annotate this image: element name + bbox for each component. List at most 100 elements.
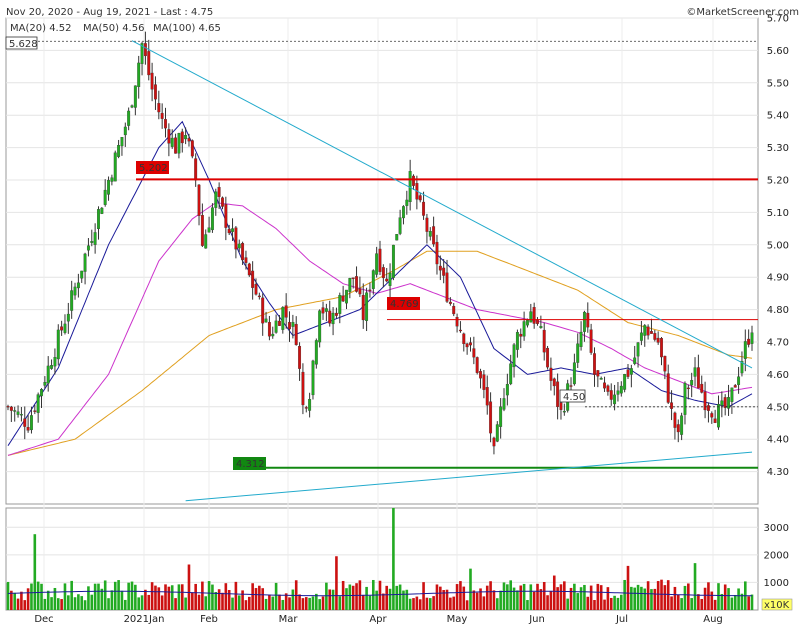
candle-body xyxy=(385,278,389,282)
volume-bar xyxy=(130,581,134,610)
volume-bar xyxy=(281,599,285,610)
candle-body xyxy=(26,426,30,431)
candle-body xyxy=(368,289,372,292)
candle-body xyxy=(495,424,499,442)
volume-bar xyxy=(191,592,194,610)
volume-bar xyxy=(385,585,389,610)
candle-body xyxy=(696,367,700,389)
candle-body xyxy=(251,270,255,288)
volume-bar xyxy=(30,583,33,610)
candle-body xyxy=(616,390,620,395)
volume-bar xyxy=(90,594,94,610)
candle-body xyxy=(489,401,493,434)
candle-body xyxy=(589,329,593,353)
volume-bar xyxy=(308,597,311,610)
candle-body xyxy=(676,424,680,433)
candle-body xyxy=(458,329,462,332)
candle-body xyxy=(348,278,352,292)
volume-bar xyxy=(177,584,181,610)
volume-bar xyxy=(328,589,332,610)
volume-bar xyxy=(224,583,228,610)
candle-body xyxy=(462,333,466,345)
volume-tick-label: 1000 xyxy=(764,578,789,589)
volume-bar xyxy=(549,590,553,610)
volume-bar xyxy=(345,588,348,610)
volume-bar xyxy=(428,598,432,610)
volume-bar xyxy=(670,596,673,610)
volume-bar xyxy=(134,584,137,610)
volume-bar xyxy=(70,580,73,610)
candle-body xyxy=(505,384,509,396)
candle-body xyxy=(187,138,191,142)
volume-bar xyxy=(519,585,523,610)
volume-bar xyxy=(640,586,643,610)
volume-bar xyxy=(174,598,177,610)
candle-body xyxy=(586,312,590,328)
volume-bar xyxy=(576,593,580,610)
candle-body xyxy=(33,410,37,412)
time-tick-label: Aug xyxy=(703,614,723,625)
volume-bar xyxy=(583,584,586,610)
volume-bar xyxy=(56,598,60,610)
volume-bar xyxy=(382,593,385,610)
mid-level-label: 4.769 xyxy=(390,299,419,310)
volume-bar xyxy=(432,596,435,610)
volume-bar xyxy=(633,587,637,610)
candle-body xyxy=(345,289,348,304)
volume-bar xyxy=(532,591,536,610)
volume-bar xyxy=(499,590,502,610)
volume-bar xyxy=(462,586,466,610)
volume-bar xyxy=(402,590,405,610)
volume-bar xyxy=(412,598,415,610)
candle-body xyxy=(6,406,10,408)
candle-body xyxy=(606,385,610,392)
volume-bar xyxy=(737,588,740,610)
volume-bar xyxy=(103,580,107,610)
volume-bar xyxy=(626,565,630,610)
candle-body xyxy=(261,297,265,324)
volume-bar xyxy=(395,585,399,610)
volume-bar xyxy=(301,598,305,610)
price-tick-label: 4.80 xyxy=(767,305,789,316)
volume-bar xyxy=(522,583,526,610)
candle-body xyxy=(93,232,97,245)
candle-body xyxy=(214,191,218,208)
candle-body xyxy=(63,323,67,333)
volume-bar xyxy=(459,581,462,610)
volume-bar xyxy=(13,592,17,610)
volume-bar xyxy=(439,586,442,610)
candle-body xyxy=(482,374,486,390)
volume-bar xyxy=(197,594,201,610)
volume-unit-label: x10K xyxy=(764,600,790,611)
candle-body xyxy=(381,267,385,279)
candle-body xyxy=(13,410,17,412)
candle-body xyxy=(656,337,660,343)
candle-body xyxy=(298,345,302,369)
candle-body xyxy=(247,263,251,276)
volume-bar xyxy=(723,584,727,610)
volume-bar xyxy=(495,598,499,610)
candle-body xyxy=(355,276,358,292)
candle-body xyxy=(23,418,27,427)
volume-bar xyxy=(502,582,506,610)
candle-body xyxy=(167,129,171,144)
volume-bar xyxy=(278,594,281,610)
volume-bar xyxy=(546,595,549,610)
candle-body xyxy=(267,322,271,337)
candle-body xyxy=(485,387,489,406)
volume-bar xyxy=(268,594,271,610)
candle-body xyxy=(666,373,670,403)
time-tick-label: Apr xyxy=(369,614,387,625)
volume-bar xyxy=(509,580,513,610)
volume-bar xyxy=(623,579,626,610)
volume-bar xyxy=(469,568,472,610)
volume-bar xyxy=(599,585,603,610)
volume-bar xyxy=(291,589,295,610)
candle-body xyxy=(304,407,308,409)
candle-body xyxy=(428,231,432,237)
volume-bar xyxy=(251,583,254,610)
volume-bar xyxy=(6,581,10,610)
candle-body xyxy=(43,382,47,386)
stock-chart: 4.30 4.40 4.50 4.60 4.70 4.80 4.90 5.00 5.10 5.20… xyxy=(5,7,799,625)
volume-bar xyxy=(707,582,710,610)
